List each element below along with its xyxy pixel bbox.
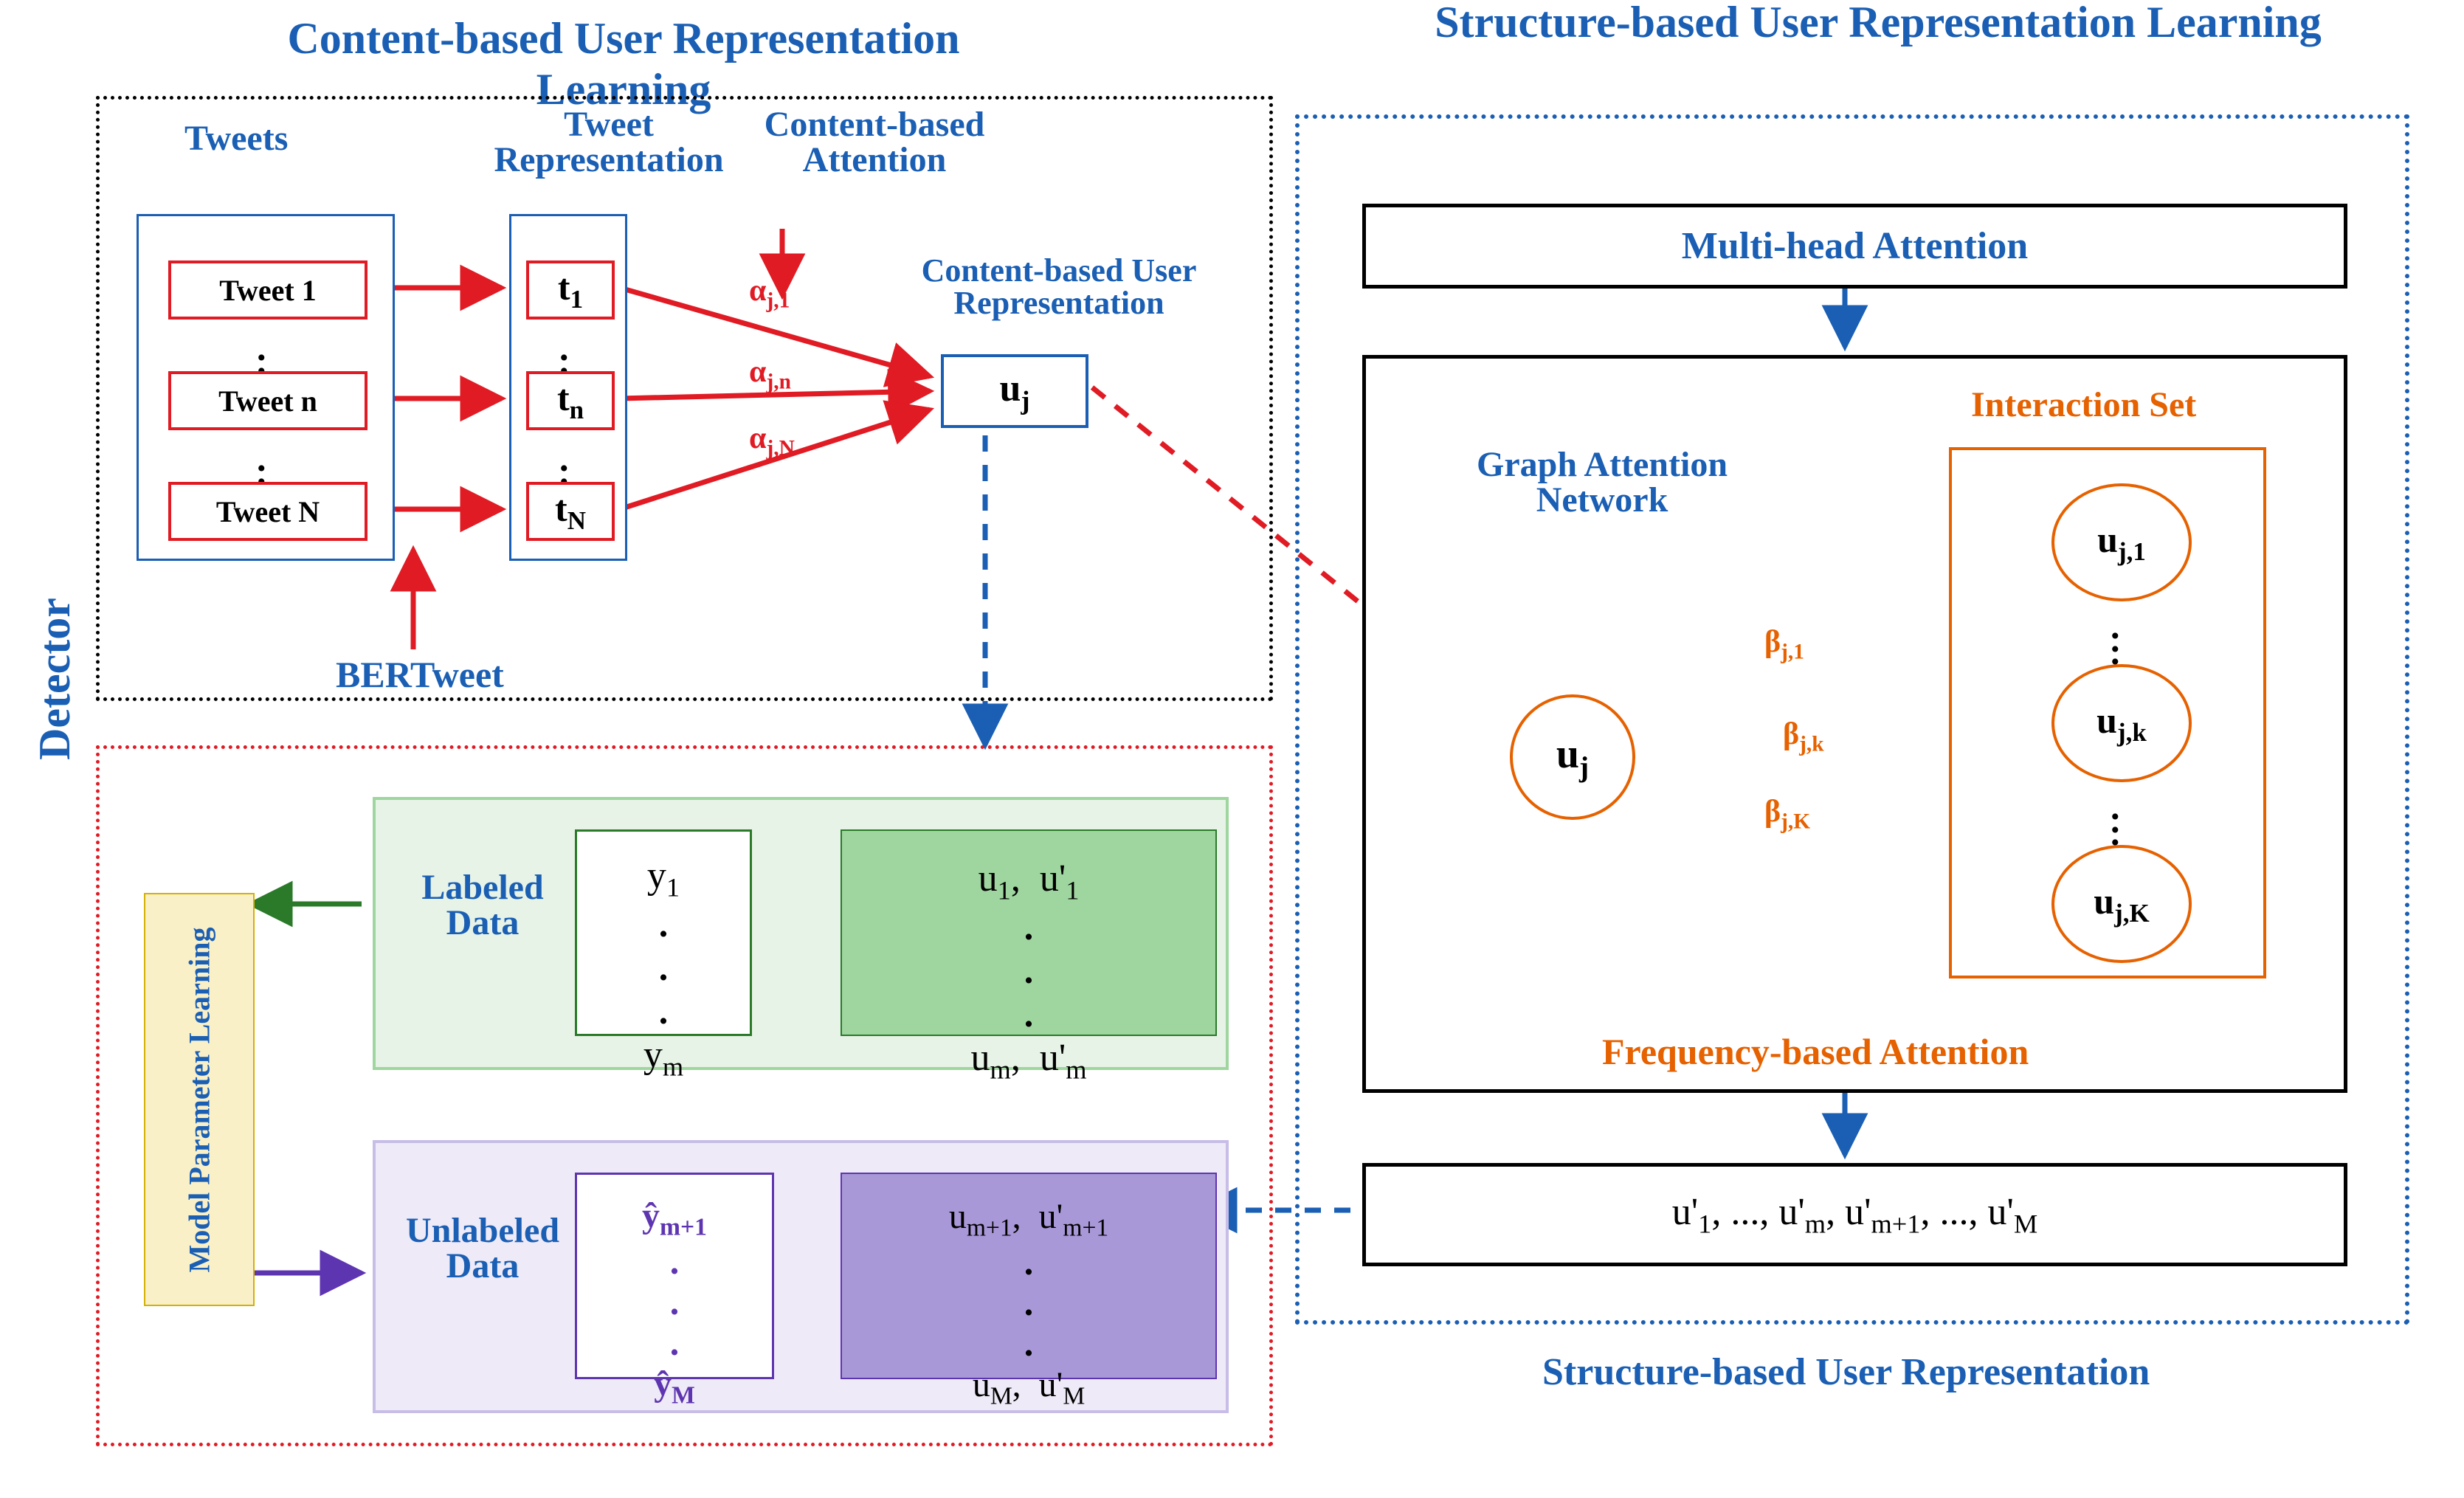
gat-box: Graph Attention Network Interaction Set … [1362, 355, 2347, 1093]
tweet-rep-label: Tweet Representation [491, 107, 727, 178]
tweet-box-N: Tweet N [168, 482, 367, 541]
alpha-1-label: αj,1 [749, 273, 790, 313]
trep-box-1: t1 [526, 260, 615, 320]
vdots-icon: ... [670, 1240, 680, 1363]
diagram-canvas: Content-based User Representation Learni… [0, 0, 2464, 1498]
alpha-N-label: αj,N [749, 421, 795, 460]
neighbor-k: uj,k [2051, 664, 2192, 782]
neighbor-1: uj,1 [2051, 483, 2192, 601]
vdots-icon: ... [2111, 620, 2120, 659]
unlabeled-data-label: Unlabeled Data [394, 1213, 571, 1284]
multi-head-label: Multi-head Attention [1682, 224, 2028, 268]
tweets-outline: Tweet 1 ... Tweet n ... Tweet N [137, 214, 395, 561]
mpl-box: Model Parameter Learning [144, 893, 255, 1306]
trep-outline: t1 ... tn ... tN [509, 214, 627, 561]
title-detector: Detector [30, 421, 80, 937]
tweets-label: Tweets [184, 118, 288, 159]
bertweet-label: BERTweet [336, 653, 504, 696]
vdots-icon: ... [2111, 801, 2120, 840]
beta-k-label: βj,k [1783, 717, 1824, 756]
detector-box: Model Parameter Learning Labeled Data y1… [96, 745, 1273, 1446]
structure-user-rep-label: Structure-based User Representation [1542, 1350, 2150, 1394]
unlabeled-data-box: Unlabeled Data ŷm+1 ... ŷM um+1, u'm+1 .… [373, 1140, 1229, 1413]
vdots-icon: ... [659, 903, 669, 1032]
freq-attention-label: Frequency-based Attention [1602, 1030, 2029, 1073]
tweet-n: Tweet n [218, 384, 317, 418]
labeled-u-box: u1, u'1 ... um, u'm [841, 829, 1217, 1036]
vdots-icon: ... [1024, 906, 1034, 1035]
labeled-data-label: Labeled Data [416, 870, 549, 941]
content-attention-label: Content-based Attention [719, 107, 1029, 178]
vdots-icon: ... [1024, 1241, 1034, 1364]
alpha-n-label: αj,n [749, 354, 791, 394]
interaction-set-box: uj,1 ... uj,k ... uj,K [1949, 447, 2266, 978]
content-learning-box: Tweets Tweet Representation Content-base… [96, 96, 1273, 701]
tweet-box-1: Tweet 1 [168, 260, 367, 320]
labeled-y-box: y1 ... ym [575, 829, 752, 1036]
tweet-N: Tweet N [216, 494, 320, 529]
labeled-data-box: Labeled Data y1 ... ym u1, u'1 ... um, u… [373, 797, 1229, 1070]
multi-head-box: Multi-head Attention [1362, 204, 2347, 289]
trep-box-N: tN [526, 482, 615, 541]
tweet-box-n: Tweet n [168, 371, 367, 430]
trep-box-n: tn [526, 371, 615, 430]
tweet-1: Tweet 1 [219, 273, 316, 308]
interaction-set-label: Interaction Set [1971, 384, 2196, 425]
center-node-uj: uj [1510, 694, 1635, 820]
beta-K-label: βj,K [1764, 794, 1810, 834]
uj-box: uj [941, 354, 1088, 428]
mpl-label: Model Parameter Learning [182, 927, 217, 1272]
unlabeled-y-box: ŷm+1 ... ŷM [575, 1173, 774, 1379]
gat-label: Graph Attention Network [1462, 447, 1742, 518]
output-reps-box: u'1, ..., u'm, u'm+1, ..., u'M [1362, 1163, 2347, 1266]
title-structure-learning: Structure-based User Representation Lear… [1350, 0, 2406, 44]
unlabeled-u-box: um+1, u'm+1 ... uM, u'M [841, 1173, 1217, 1379]
content-user-rep-label: Content-based User Representation [900, 255, 1218, 320]
neighbor-K: uj,K [2051, 845, 2192, 963]
beta-1-label: βj,1 [1764, 624, 1804, 664]
structure-learning-box: Multi-head Attention Graph Attention Net… [1295, 114, 2409, 1325]
